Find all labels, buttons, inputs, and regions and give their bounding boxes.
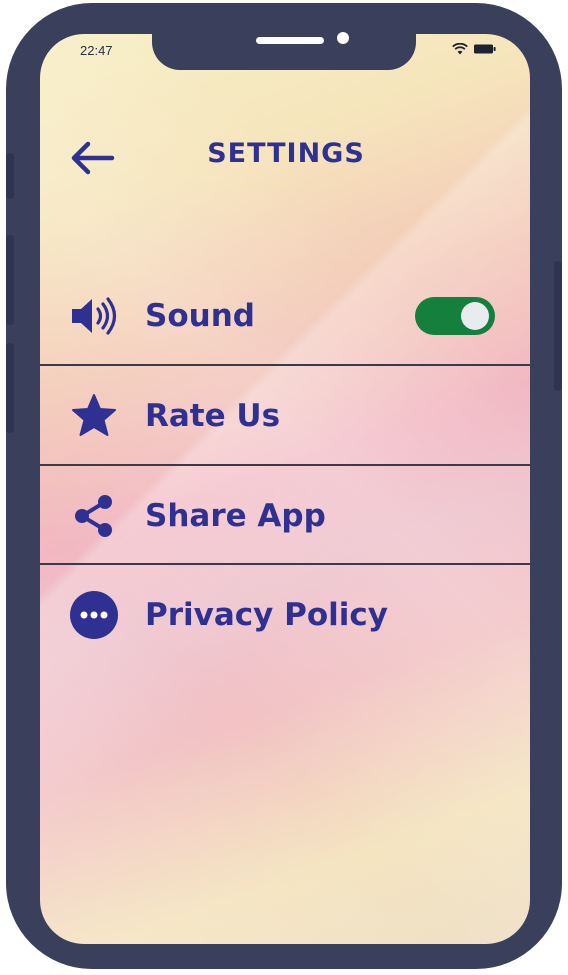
speaker-icon [72, 296, 117, 335]
battery-icon [474, 44, 496, 54]
status-time: 22:47 [80, 43, 113, 58]
more-dots-icon [70, 590, 118, 639]
page-title: SETTINGS [207, 138, 365, 169]
sound-toggle[interactable] [415, 296, 495, 335]
settings-item-label: Rate Us [145, 397, 281, 434]
share-icon [75, 494, 112, 537]
earpiece-speaker [256, 37, 324, 44]
settings-item-rate-us[interactable]: Rate Us [40, 366, 530, 465]
settings-item-share-app[interactable]: Share App [40, 466, 530, 565]
settings-item-privacy-policy[interactable]: Privacy Policy [40, 565, 530, 664]
settings-item-sound[interactable]: Sound [40, 266, 530, 365]
front-camera [337, 32, 349, 44]
wifi-icon [452, 43, 468, 55]
volume-up-button [6, 235, 14, 325]
power-button [554, 261, 562, 391]
settings-item-label: Share App [145, 497, 326, 534]
volume-down-button [6, 343, 14, 433]
settings-item-label: Privacy Policy [145, 596, 388, 633]
arrow-left-icon[interactable] [68, 138, 116, 178]
star-icon [72, 393, 116, 436]
toggle-knob [461, 301, 489, 330]
settings-item-label: Sound [145, 297, 255, 334]
mute-switch [6, 153, 14, 199]
